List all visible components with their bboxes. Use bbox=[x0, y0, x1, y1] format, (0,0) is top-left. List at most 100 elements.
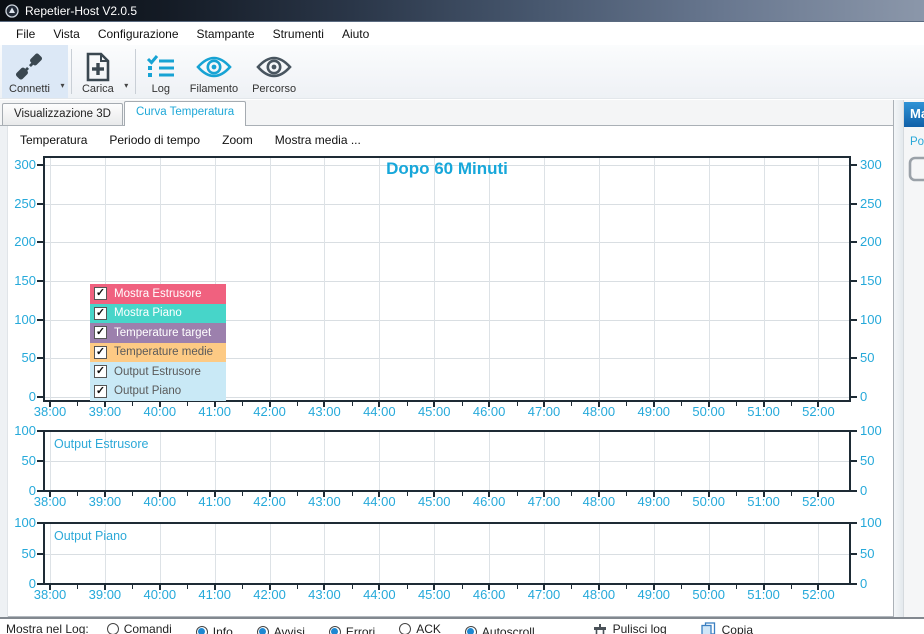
legend-row[interactable]: ✓Mostra Piano bbox=[90, 304, 226, 324]
y-tick-label: 50 bbox=[860, 350, 896, 365]
x-tick-label: 48:00 bbox=[575, 587, 623, 602]
log-radio-label: Autoscroll bbox=[482, 625, 535, 634]
load-button[interactable]: Carica bbox=[75, 45, 121, 98]
y-tick-label: 100 bbox=[860, 423, 896, 438]
menu-strumenti[interactable]: Strumenti bbox=[264, 24, 333, 44]
show-travel-button[interactable]: Percorso bbox=[245, 45, 303, 98]
axis-minor-tick bbox=[187, 585, 188, 589]
log-radio-errori[interactable]: Errori bbox=[329, 625, 375, 634]
legend-checkbox[interactable]: ✓ bbox=[94, 346, 107, 359]
axis-minor-tick bbox=[297, 492, 298, 496]
tab-3d-view[interactable]: Visualizzazione 3D bbox=[2, 103, 123, 125]
axis-minor-tick bbox=[242, 585, 243, 589]
log-radio-ack[interactable]: ACK bbox=[399, 622, 441, 634]
x-tick-label: 40:00 bbox=[136, 587, 184, 602]
axis-tick bbox=[214, 585, 216, 590]
legend-row[interactable]: ✓ Temperature target bbox=[90, 323, 226, 343]
log-toggle-button[interactable]: Log bbox=[139, 45, 183, 98]
axis-tick bbox=[851, 460, 857, 462]
radio-circle-icon[interactable] bbox=[196, 626, 208, 634]
axis-tick bbox=[851, 396, 857, 398]
load-dropdown-arrow-icon[interactable]: ▾ bbox=[121, 45, 132, 98]
chart-menu-periodo-di-tempo[interactable]: Periodo di tempo bbox=[98, 131, 211, 149]
axis-tick bbox=[763, 492, 765, 497]
axis-tick bbox=[214, 492, 216, 497]
legend-row[interactable]: ✓Output Estrusore bbox=[90, 362, 226, 382]
tab-temperature-curve[interactable]: Curva Temperatura bbox=[124, 101, 246, 126]
axis-tick bbox=[851, 583, 857, 585]
chart-menu-temperatura[interactable]: Temperatura bbox=[9, 131, 98, 149]
log-radio-comandi[interactable]: Comandi bbox=[107, 622, 172, 634]
x-tick-label: 44:00 bbox=[355, 494, 403, 509]
axis-minor-tick bbox=[517, 402, 518, 406]
menu-file[interactable]: File bbox=[7, 24, 44, 44]
clear-log-icon bbox=[593, 623, 607, 634]
x-tick-label: 48:00 bbox=[575, 404, 623, 419]
log-radio-label: Avvisi bbox=[274, 625, 305, 634]
log-radio-avvisi[interactable]: Avvisi bbox=[257, 625, 305, 634]
menu-stampante[interactable]: Stampante bbox=[188, 24, 264, 44]
show-filament-button[interactable]: Filamento bbox=[183, 45, 245, 98]
log-radio-label: Comandi bbox=[124, 622, 172, 634]
x-tick-label: 45:00 bbox=[410, 494, 458, 509]
legend-checkbox[interactable]: ✓ bbox=[94, 307, 107, 320]
log-radio-info[interactable]: Info bbox=[196, 625, 233, 634]
panel-icon[interactable] bbox=[908, 154, 924, 187]
plot-area[interactable] bbox=[43, 522, 851, 585]
radio-circle-icon[interactable] bbox=[107, 623, 119, 634]
chart-menu-zoom[interactable]: Zoom bbox=[211, 131, 264, 149]
tab-strip: Visualizzazione 3D Curva Temperatura bbox=[0, 100, 893, 126]
radio-circle-icon[interactable] bbox=[465, 626, 477, 634]
x-tick-label: 51:00 bbox=[740, 587, 788, 602]
axis-minor-tick bbox=[791, 585, 792, 589]
axis-tick bbox=[817, 492, 819, 497]
connect-dropdown-arrow-icon[interactable]: ▾ bbox=[57, 45, 68, 98]
clear-log-button[interactable]: Pulisci log bbox=[593, 622, 667, 634]
axis-tick bbox=[653, 585, 655, 590]
chart-menu-mostra-media[interactable]: Mostra media ... bbox=[264, 131, 372, 149]
menu-vista[interactable]: Vista bbox=[44, 24, 88, 44]
connect-button[interactable]: Connetti bbox=[2, 45, 57, 98]
plot-area[interactable] bbox=[43, 430, 851, 492]
log-toolbar: Mostra nel Log: ComandiInfoAvvisiErroriA… bbox=[0, 617, 924, 634]
x-tick-label: 47:00 bbox=[520, 587, 568, 602]
legend-label: Temperature medie bbox=[114, 346, 213, 358]
menu-configurazione[interactable]: Configurazione bbox=[89, 24, 188, 44]
x-tick-label: 52:00 bbox=[794, 587, 842, 602]
legend-row[interactable]: ✓Mostra Estrusore bbox=[90, 284, 226, 304]
manual-control-panel: Ma Pos bbox=[903, 100, 924, 617]
x-tick-label: 39:00 bbox=[81, 404, 129, 419]
y-tick-label: 100 bbox=[860, 312, 896, 327]
filament-eye-icon bbox=[196, 51, 232, 83]
axis-tick bbox=[851, 319, 857, 321]
panel-splitter[interactable] bbox=[893, 100, 903, 617]
legend-label: Temperature target bbox=[114, 327, 211, 339]
legend-checkbox[interactable]: ✓ bbox=[94, 326, 107, 339]
copy-button[interactable]: Copia bbox=[701, 622, 753, 634]
radio-dot bbox=[331, 628, 338, 634]
page-left-strip bbox=[0, 126, 8, 617]
legend-row[interactable]: ✓Output Piano bbox=[90, 382, 226, 402]
legend-checkbox[interactable]: ✓ bbox=[94, 365, 107, 378]
legend-checkbox[interactable]: ✓ bbox=[94, 287, 107, 300]
axis-tick bbox=[653, 402, 655, 407]
axis-tick bbox=[378, 585, 380, 590]
axis-minor-tick bbox=[571, 585, 572, 589]
axis-tick bbox=[851, 522, 857, 524]
axis-tick bbox=[49, 402, 51, 407]
radio-dot bbox=[467, 628, 474, 634]
y-tick-label: 300 bbox=[860, 157, 896, 172]
log-radio-autoscroll[interactable]: Autoscroll bbox=[465, 625, 535, 634]
axis-minor-tick bbox=[517, 492, 518, 496]
legend-row[interactable]: ✓ Temperature medie bbox=[90, 343, 226, 363]
x-tick-label: 43:00 bbox=[300, 494, 348, 509]
y-tick-label: 150 bbox=[860, 273, 896, 288]
radio-circle-icon[interactable] bbox=[257, 626, 269, 634]
axis-minor-tick bbox=[791, 402, 792, 406]
menu-aiuto[interactable]: Aiuto bbox=[333, 24, 378, 44]
radio-circle-icon[interactable] bbox=[329, 626, 341, 634]
legend-checkbox[interactable]: ✓ bbox=[94, 385, 107, 398]
panel-position-label: Pos bbox=[910, 136, 924, 148]
radio-circle-icon[interactable] bbox=[399, 623, 411, 634]
axis-tick bbox=[598, 492, 600, 497]
